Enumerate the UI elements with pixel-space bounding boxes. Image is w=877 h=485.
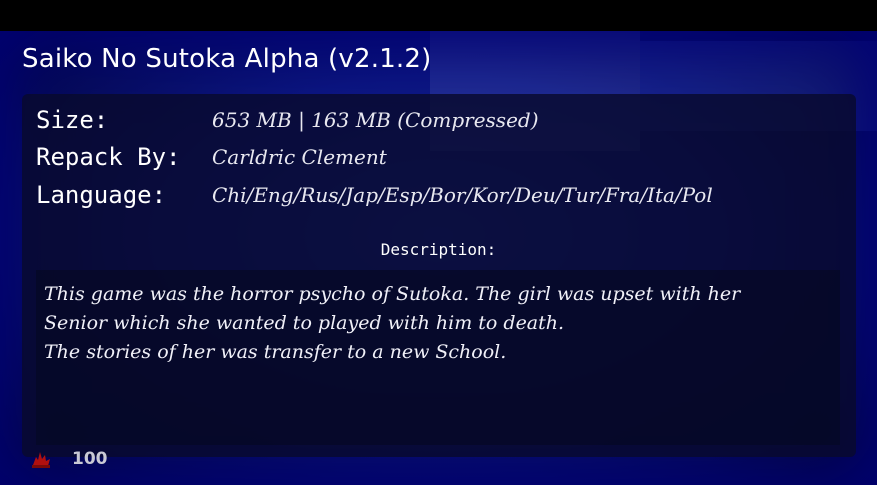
repack-label: Repack By: <box>36 143 181 171</box>
description-heading: Description: <box>380 240 497 259</box>
size-value: 653 MB | 163 MB (Compressed) <box>212 108 539 132</box>
language-label: Language: <box>36 181 167 209</box>
repack-value: Carldric Clement <box>212 145 387 169</box>
description-text: This game was the horror psycho of Sutok… <box>44 283 741 363</box>
size-label: Size: <box>36 106 109 134</box>
language-value: Chi/Eng/Rus/Jap/Esp/Bor/Kor/Deu/Tur/Fra/… <box>212 183 713 207</box>
blood-splat-icon <box>30 447 52 469</box>
health-value: 100 <box>72 449 108 469</box>
description-box: This game was the horror psycho of Sutok… <box>36 270 840 445</box>
game-title: Saiko No Sutoka Alpha (v2.1.2) <box>22 44 432 74</box>
